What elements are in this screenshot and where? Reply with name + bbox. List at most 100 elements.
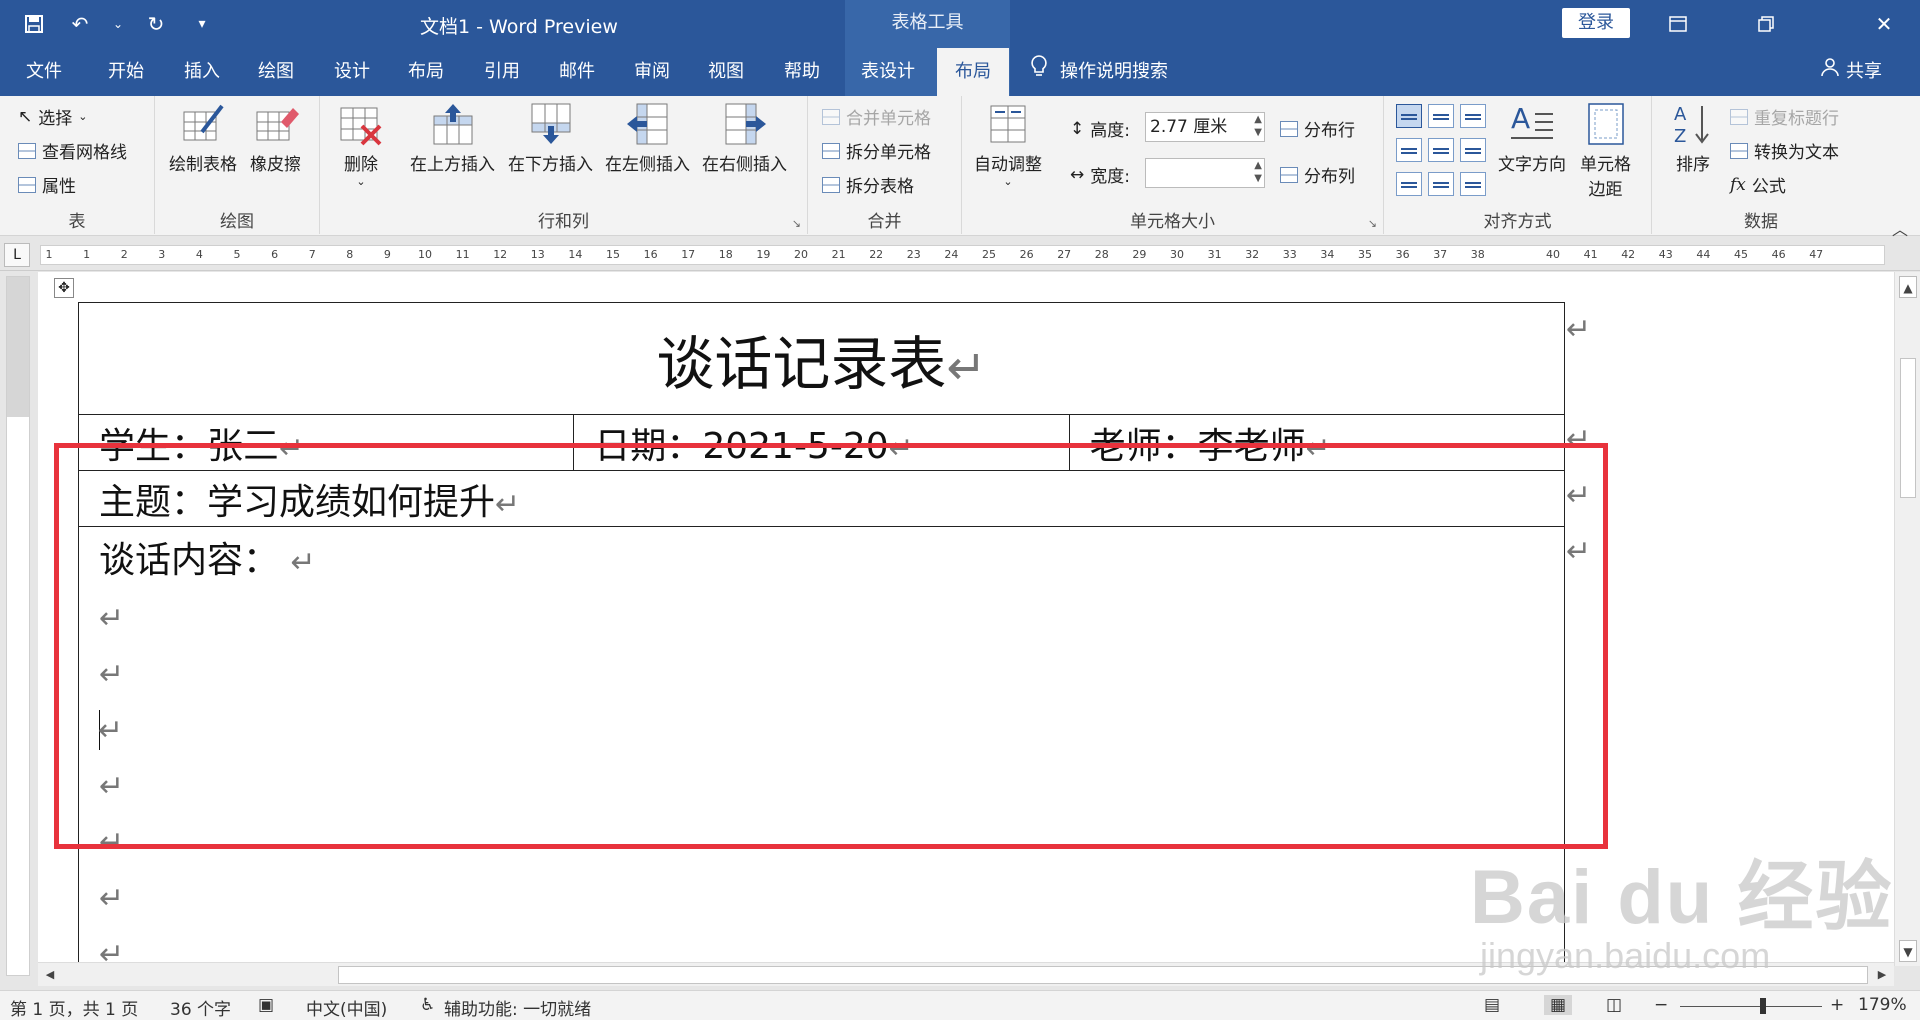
word-count[interactable]: 36 个字: [170, 995, 231, 1020]
sort-button[interactable]: AZ 排序: [1670, 102, 1716, 175]
restore-icon[interactable]: [1738, 0, 1794, 48]
dialog-launcher-icon[interactable]: ↘: [792, 217, 801, 230]
language-indicator[interactable]: 中文(中国): [306, 995, 387, 1020]
align-top-right-button[interactable]: [1460, 104, 1486, 128]
tab-layout[interactable]: 布局: [394, 48, 458, 96]
width-input[interactable]: ▲ ▼: [1145, 158, 1265, 188]
save-icon[interactable]: [20, 10, 48, 38]
select-button[interactable]: ↖ 选择 ⌄: [18, 104, 88, 130]
undo-icon[interactable]: ↶: [66, 10, 94, 38]
tab-file[interactable]: 文件: [12, 48, 76, 96]
autofit-button[interactable]: 自动调整 ⌄: [974, 102, 1042, 188]
align-bottom-left-button[interactable]: [1396, 172, 1422, 196]
align-top-center-button[interactable]: [1428, 104, 1454, 128]
distribute-rows-button[interactable]: 分布行: [1280, 116, 1355, 141]
redo-icon[interactable]: ↻: [142, 10, 170, 38]
ruler-strip[interactable]: 1 1 2 3 4 5 6 7 8 9 10 11 12 13 14 15 16 17 18 19 20 21 22 23 24…: [40, 245, 1885, 265]
scroll-down-icon[interactable]: ▼: [1899, 940, 1917, 962]
print-layout-icon[interactable]: ▦: [1544, 995, 1573, 1015]
dropdown-icon[interactable]: ⌄: [112, 10, 124, 38]
formula-icon: fx: [1730, 174, 1746, 195]
insert-right-button[interactable]: 在右侧插入: [702, 102, 787, 175]
group-cell-size: 自动调整 ⌄ ↕ 高度: 2.77 厘米 ▲ ▼ ↔ 宽度: ▲ ▼ 分布行 分布列 单…: [962, 96, 1384, 234]
formula-button[interactable]: fx 公式: [1730, 172, 1786, 198]
text-direction-button[interactable]: A 文字方向: [1498, 102, 1566, 175]
align-bottom-center-button[interactable]: [1428, 172, 1454, 196]
insert-left-button[interactable]: 在左侧插入: [605, 102, 690, 175]
spin-arrows-icon[interactable]: ▲ ▼: [1254, 113, 1262, 139]
chevron-down-icon: ⌄: [78, 110, 88, 123]
ruler-number: 31: [1207, 248, 1222, 261]
tab-table-layout[interactable]: 布局: [937, 48, 1009, 96]
tab-references[interactable]: 引用: [470, 48, 534, 96]
convert-to-text-button[interactable]: 转换为文本: [1730, 138, 1839, 163]
insert-above-button[interactable]: 在上方插入: [410, 102, 495, 175]
split-cells-button[interactable]: 拆分单元格: [822, 138, 931, 163]
align-top-left-button[interactable]: [1396, 104, 1422, 128]
column-width-icon: ↔: [1070, 164, 1085, 185]
cell-margins-button[interactable]: 单元格 边距: [1580, 102, 1631, 200]
proofing-icon[interactable]: ▣: [258, 995, 274, 1015]
share-button[interactable]: 共享: [1820, 48, 1882, 96]
accessibility-status[interactable]: 辅助功能: 一切就绪: [444, 995, 591, 1020]
tab-view[interactable]: 视图: [694, 48, 758, 96]
split-table-button[interactable]: 拆分表格: [822, 172, 914, 197]
tab-draw[interactable]: 绘图: [244, 48, 308, 96]
tab-table-design[interactable]: 表设计: [848, 48, 928, 96]
delete-table-icon: [338, 102, 384, 146]
table-move-handle-icon[interactable]: ✥: [54, 278, 74, 298]
tell-me-search[interactable]: 操作说明搜索: [1030, 48, 1168, 96]
insert-below-button[interactable]: 在下方插入: [508, 102, 593, 175]
web-layout-icon[interactable]: ◫: [1606, 995, 1622, 1015]
distribute-columns-button[interactable]: 分布列: [1280, 162, 1355, 187]
tab-help[interactable]: 帮助: [770, 48, 834, 96]
tab-home[interactable]: 开始: [94, 48, 158, 96]
height-input[interactable]: 2.77 厘米 ▲ ▼: [1145, 112, 1265, 142]
merge-cells-button[interactable]: 合并单元格: [822, 104, 931, 129]
zoom-level[interactable]: 179%: [1858, 995, 1907, 1015]
vertical-scroll-thumb[interactable]: [1900, 358, 1916, 498]
dialog-launcher-icon[interactable]: ↘: [1368, 217, 1377, 230]
page-count[interactable]: 第 1 页，共 1 页: [10, 995, 138, 1020]
eraser-button[interactable]: 橡皮擦: [250, 102, 301, 175]
tab-mailings[interactable]: 邮件: [545, 48, 609, 96]
ruler-number: 42: [1621, 248, 1636, 261]
vertical-ruler[interactable]: [6, 276, 30, 976]
ruler-number: 36: [1395, 248, 1410, 261]
ruler-number: 6: [271, 248, 279, 261]
repeat-header-icon: [1730, 108, 1748, 125]
ribbon-display-icon[interactable]: [1650, 0, 1706, 48]
align-center-button[interactable]: [1428, 138, 1454, 162]
baidu-watermark: Bai du 经验 jingyan.baidu.com: [1470, 835, 1893, 977]
ruler-number: 33: [1282, 248, 1297, 261]
align-center-right-button[interactable]: [1460, 138, 1486, 162]
read-mode-icon[interactable]: ▤: [1484, 995, 1500, 1015]
ruler-number: 43: [1658, 248, 1673, 261]
zoom-in-icon[interactable]: +: [1830, 995, 1844, 1015]
chevron-down-icon: ⌄: [356, 175, 366, 188]
login-button[interactable]: 登录: [1562, 8, 1630, 38]
zoom-slider-thumb[interactable]: [1760, 998, 1766, 1014]
customize-icon[interactable]: ▾: [188, 10, 216, 38]
tab-design[interactable]: 设计: [320, 48, 384, 96]
zoom-slider-track[interactable]: [1680, 1006, 1822, 1007]
vertical-scrollbar[interactable]: ▲ ▼: [1894, 272, 1920, 966]
scroll-left-icon[interactable]: ◀: [40, 965, 60, 985]
tab-review[interactable]: 审阅: [620, 48, 684, 96]
repeat-header-rows-button[interactable]: 重复标题行: [1730, 104, 1839, 129]
tab-insert[interactable]: 插入: [170, 48, 234, 96]
scroll-up-icon[interactable]: ▲: [1899, 276, 1917, 298]
ruler-number: 9: [383, 248, 391, 261]
view-gridlines-button[interactable]: 查看网格线: [18, 138, 127, 163]
properties-button[interactable]: 属性: [18, 172, 76, 197]
spin-arrows-icon[interactable]: ▲ ▼: [1254, 159, 1262, 185]
align-bottom-right-button[interactable]: [1460, 172, 1486, 196]
group-draw: 绘制表格 橡皮擦 绘图: [155, 96, 320, 234]
delete-button[interactable]: 删除 ⌄: [338, 102, 384, 188]
close-icon[interactable]: ✕: [1856, 0, 1912, 48]
align-center-left-button[interactable]: [1396, 138, 1422, 162]
table-title-cell[interactable]: 谈话记录表↵: [78, 302, 1565, 415]
zoom-out-icon[interactable]: −: [1654, 995, 1668, 1015]
tab-selector[interactable]: L: [4, 243, 30, 267]
draw-table-button[interactable]: 绘制表格: [169, 102, 237, 175]
